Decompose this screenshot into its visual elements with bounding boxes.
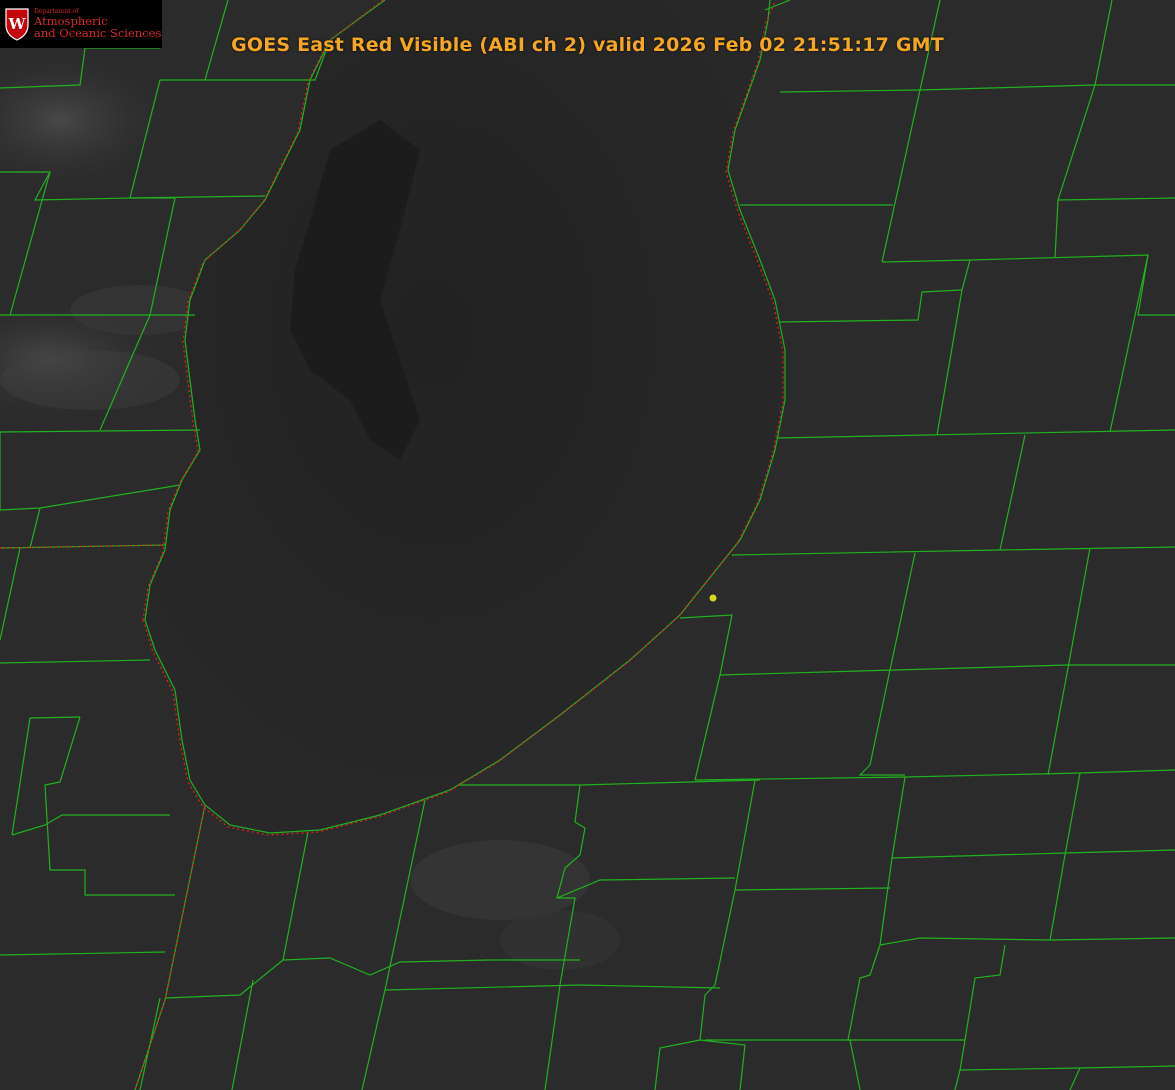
satellite-map xyxy=(0,0,1175,1090)
image-title: GOES East Red Visible (ABI ch 2) valid 2… xyxy=(231,34,944,56)
location-marker xyxy=(709,594,717,602)
satellite-viewer: W Department of Atmospheric and Oceanic … xyxy=(0,0,1175,1090)
svg-text:W: W xyxy=(8,15,27,33)
